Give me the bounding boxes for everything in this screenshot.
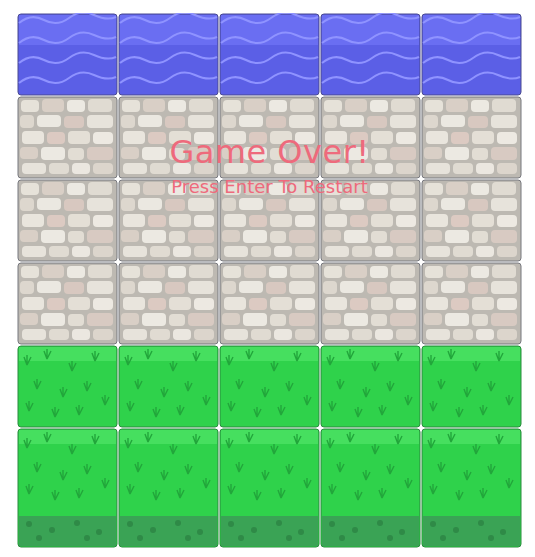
game-board: Game Over!Press Enter To Restart	[17, 13, 522, 548]
stone-tile	[320, 262, 421, 345]
stone-row	[17, 262, 522, 345]
stone-tile	[118, 96, 219, 179]
grass-edge-tile	[320, 428, 421, 548]
stone-tile	[17, 262, 118, 345]
water-tile	[219, 13, 320, 96]
stone-tile	[219, 96, 320, 179]
stone-tile	[118, 262, 219, 345]
grass-edge-tile	[219, 428, 320, 548]
water-tile	[118, 13, 219, 96]
grass-tile	[421, 345, 522, 428]
grass-tile	[219, 345, 320, 428]
stone-row	[17, 179, 522, 262]
stone-tile	[219, 179, 320, 262]
grass-tile	[320, 345, 421, 428]
grass-row	[17, 345, 522, 428]
grass-edge-tile	[118, 428, 219, 548]
game-over-title: Game Over!	[163, 131, 375, 173]
game-over-overlay: Game Over!Press Enter To Restart	[17, 131, 522, 199]
stone-tile	[320, 179, 421, 262]
water-tile	[320, 13, 421, 96]
water-row	[17, 13, 522, 96]
stone-tile	[118, 179, 219, 262]
grass-tile	[118, 345, 219, 428]
water-tile	[17, 13, 118, 96]
grass-tile	[17, 345, 118, 428]
game-screen: Game Over!Press Enter To Restart	[0, 0, 535, 557]
grass-edge-row	[17, 428, 522, 548]
grass-edge-tile	[17, 428, 118, 548]
stone-tile	[17, 179, 118, 262]
restart-hint: Press Enter To Restart	[165, 175, 374, 199]
stone-tile	[421, 262, 522, 345]
stone-tile	[219, 262, 320, 345]
stone-tile	[17, 96, 118, 179]
stone-tile	[320, 96, 421, 179]
stone-row	[17, 96, 522, 179]
grass-edge-tile	[421, 428, 522, 548]
stone-tile	[421, 179, 522, 262]
stone-tile	[421, 96, 522, 179]
water-tile	[421, 13, 522, 96]
